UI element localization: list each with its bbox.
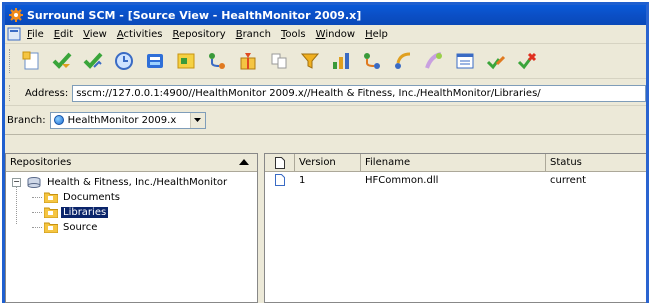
address-label: Address: — [25, 87, 69, 99]
cell-version: 1 — [299, 174, 306, 186]
filter-icon[interactable] — [298, 49, 322, 73]
folder-icon — [44, 192, 58, 203]
branch-selected-value: HealthMonitor 2009.x — [67, 114, 177, 126]
column-file-type[interactable] — [265, 154, 295, 171]
tree-label-source: Source — [63, 222, 98, 233]
file-icon — [275, 174, 285, 186]
table-row[interactable]: 1 HFCommon.dll current — [265, 172, 646, 188]
column-version[interactable]: Version — [295, 154, 361, 171]
attach-icon[interactable] — [515, 49, 539, 73]
rebase-icon[interactable] — [391, 49, 415, 73]
files-pane: Version Filename Status 1 HFCommon.dll c… — [264, 153, 646, 303]
cell-filename: HFCommon.dll — [365, 174, 439, 186]
toolbar-grip[interactable] — [9, 49, 13, 73]
open-folder-icon — [44, 207, 58, 218]
branch-dropdown[interactable]: HealthMonitor 2009.x — [49, 111, 206, 129]
folder-icon — [44, 222, 58, 233]
tree-label-documents: Documents — [63, 192, 121, 203]
check-out-icon[interactable] — [81, 49, 105, 73]
column-filename[interactable]: Filename — [361, 154, 546, 171]
file-row-icon — [265, 172, 295, 188]
cell-status: current — [550, 174, 587, 186]
tree-node-source[interactable]: Source — [6, 220, 257, 235]
duplicate-icon[interactable] — [422, 49, 446, 73]
menu-activities[interactable]: Activities — [117, 29, 163, 40]
share-icon[interactable] — [267, 49, 291, 73]
repository-database-icon — [27, 177, 41, 188]
repositories-header[interactable]: Repositories — [6, 154, 257, 172]
tree-line — [32, 227, 42, 228]
main-panes: Repositories − Health & Fitness, Inc./He… — [5, 153, 646, 303]
tree-node-libraries[interactable]: Libraries — [6, 205, 257, 220]
tree-node-documents[interactable]: Documents — [6, 190, 257, 205]
menu-view[interactable]: View — [83, 29, 107, 40]
tree-label-libraries: Libraries — [61, 207, 109, 218]
address-bar: Address: sscm://127.0.0.1:4900//HealthMo… — [5, 81, 646, 106]
title-bar[interactable]: Surround SCM - [Source View - HealthMoni… — [5, 5, 646, 25]
address-input[interactable]: sscm://127.0.0.1:4900//HealthMonitor 200… — [72, 84, 646, 102]
menu-edit[interactable]: Edit — [54, 29, 73, 40]
column-status[interactable]: Status — [546, 154, 646, 171]
menu-tools[interactable]: Tools — [281, 29, 306, 40]
tree-label-root: Health & Fitness, Inc./HealthMonitor — [47, 177, 228, 188]
window-title: Surround SCM - [Source View - HealthMoni… — [27, 8, 362, 22]
repository-tree: − Health & Fitness, Inc./HealthMonitor D… — [6, 172, 257, 235]
tree-line — [32, 212, 42, 213]
shelve-icon[interactable] — [174, 49, 198, 73]
file-icon — [274, 156, 285, 169]
label-icon[interactable] — [236, 49, 260, 73]
review-icon[interactable] — [484, 49, 508, 73]
tree-node-root[interactable]: − Health & Fitness, Inc./HealthMonitor — [6, 175, 257, 190]
branch-label: Branch: — [7, 114, 46, 126]
collapse-icon[interactable]: − — [12, 178, 21, 187]
add-file-icon[interactable] — [19, 49, 43, 73]
repositories-pane: Repositories − Health & Fitness, Inc./He… — [5, 153, 258, 303]
menu-repository[interactable]: Repository — [173, 29, 226, 40]
menu-branch[interactable]: Branch — [236, 29, 271, 40]
get-icon[interactable] — [50, 49, 74, 73]
chevron-down-icon[interactable] — [189, 112, 205, 128]
surround-scm-gear-icon — [9, 8, 23, 22]
app-window: Surround SCM - [Source View - HealthMoni… — [2, 2, 649, 303]
merge-icon[interactable] — [205, 49, 229, 73]
sort-ascending-icon — [239, 159, 249, 165]
files-header: Version Filename Status — [265, 154, 646, 172]
tree-line — [32, 197, 42, 198]
promote-icon[interactable] — [360, 49, 384, 73]
properties-icon[interactable] — [453, 49, 477, 73]
branch-bar: Branch: HealthMonitor 2009.x — [5, 106, 646, 135]
history-icon[interactable] — [112, 49, 136, 73]
document-window-icon[interactable] — [7, 27, 21, 41]
menu-help[interactable]: Help — [365, 29, 388, 40]
repositories-header-label: Repositories — [10, 157, 72, 168]
branch-icon[interactable] — [143, 49, 167, 73]
toolbar — [5, 44, 646, 79]
menu-file[interactable]: File — [27, 29, 44, 40]
menu-bar: File Edit View Activities Repository Bra… — [5, 25, 646, 44]
reports-icon[interactable] — [329, 49, 353, 73]
menu-window[interactable]: Window — [316, 29, 355, 40]
branch-globe-icon — [53, 115, 64, 125]
address-grip[interactable] — [9, 85, 13, 101]
